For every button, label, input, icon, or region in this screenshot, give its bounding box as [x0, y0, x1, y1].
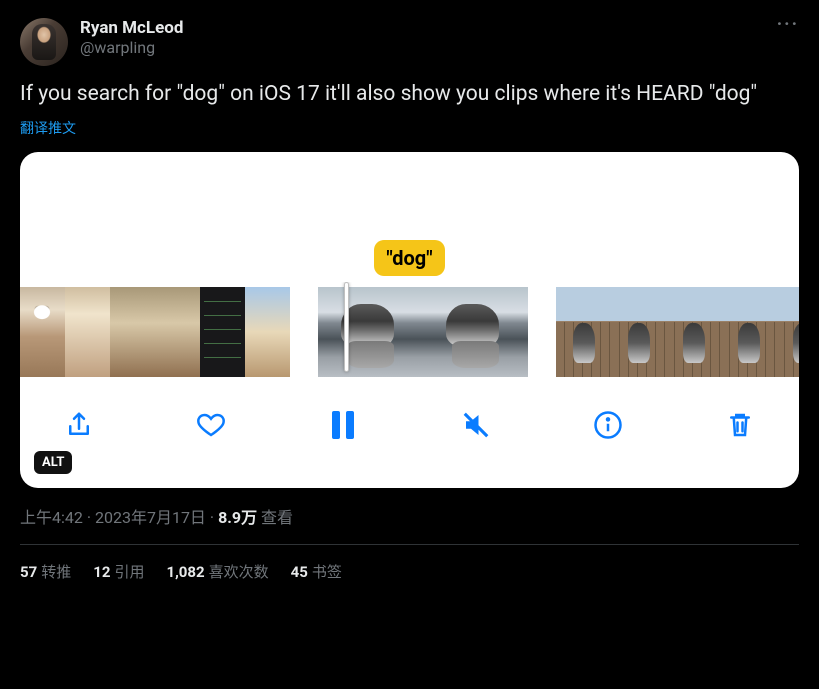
more-icon[interactable]: ···: [777, 14, 799, 35]
display-name: Ryan McLeod: [80, 18, 799, 38]
clip-group-1: [20, 287, 290, 377]
video-scrubber[interactable]: [20, 282, 799, 382]
clip-frame[interactable]: [65, 287, 110, 377]
clip-frame[interactable]: [155, 287, 200, 377]
meta-time[interactable]: 上午4:42: [20, 508, 83, 527]
heart-icon[interactable]: [194, 408, 228, 442]
info-icon[interactable]: [591, 408, 625, 442]
meta-date[interactable]: 2023年7月17日: [95, 508, 206, 527]
author-names[interactable]: Ryan McLeod @warpling: [80, 18, 799, 58]
pause-icon[interactable]: [326, 408, 360, 442]
clip-frame[interactable]: [556, 287, 611, 377]
stat-bookmarks[interactable]: 45书签: [291, 561, 342, 582]
clip-frame[interactable]: [721, 287, 776, 377]
clip-frame[interactable]: [110, 287, 155, 377]
clip-frame[interactable]: [423, 287, 528, 377]
stat-quotes[interactable]: 12引用: [93, 561, 144, 582]
alt-badge[interactable]: ALT: [34, 451, 72, 474]
media-controls: [20, 382, 799, 468]
clip-frame[interactable]: [611, 287, 666, 377]
caption-tag: "dog": [374, 240, 444, 276]
stat-retweets[interactable]: 57转推: [20, 561, 71, 582]
views-count: 8.9万: [218, 508, 257, 527]
caption-row: "dog": [20, 234, 799, 282]
clip-group-3: [556, 287, 799, 377]
stats-row: 57转推 12引用 1,082喜欢次数 45书签: [20, 545, 799, 594]
views-label: 查看: [257, 508, 293, 527]
trash-icon[interactable]: [723, 408, 757, 442]
share-icon[interactable]: [62, 408, 96, 442]
tweet-meta: 上午4:42 · 2023年7月17日 · 8.9万 查看: [20, 504, 799, 528]
handle: @warpling: [80, 38, 799, 57]
clip-frame[interactable]: [776, 287, 799, 377]
mute-icon[interactable]: [459, 408, 493, 442]
translate-link[interactable]: 翻译推文: [20, 118, 799, 138]
clip-group-2: [318, 287, 528, 377]
playhead[interactable]: [344, 282, 349, 372]
avatar[interactable]: [20, 18, 68, 66]
clip-frame[interactable]: [318, 287, 423, 377]
tweet-container: Ryan McLeod @warpling ··· If you search …: [0, 0, 819, 606]
clip-frame[interactable]: [200, 287, 245, 377]
media-attachment[interactable]: "dog": [20, 152, 799, 488]
stat-likes[interactable]: 1,082喜欢次数: [166, 561, 268, 582]
clip-frame[interactable]: [666, 287, 721, 377]
clip-frame[interactable]: [20, 287, 65, 377]
tweet-header: Ryan McLeod @warpling: [20, 18, 799, 66]
tweet-text: If you search for "dog" on iOS 17 it'll …: [20, 80, 799, 108]
clip-frame[interactable]: [245, 287, 290, 377]
media-top-space: [20, 152, 799, 234]
